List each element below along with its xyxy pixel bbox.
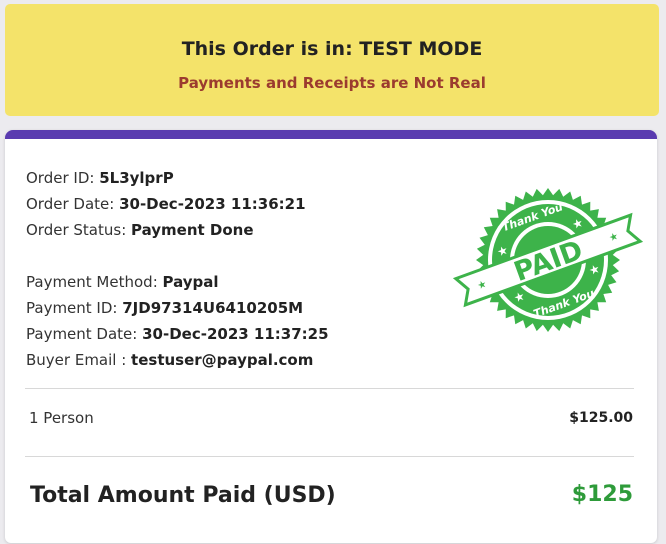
payment-id-row: Payment ID: 7JD97314U6410205M [26, 295, 329, 321]
order-date-row: Order Date: 30-Dec-2023 11:36:21 [26, 191, 329, 217]
buyer-email-label: Buyer Email : [26, 351, 132, 369]
buyer-email-value[interactable]: testuser@paypal.com [131, 351, 313, 369]
order-date-label: Order Date: [26, 195, 120, 213]
test-mode-subtitle: Payments and Receipts are Not Real [178, 74, 486, 92]
item-label: 1 Person [29, 409, 94, 427]
order-details: Order ID: 5L3ylprP Order Date: 30-Dec-20… [26, 165, 329, 373]
paid-stamp-icon: PAID Thank You Thank You ★ ★ ★ ★ ★ ★ [453, 188, 643, 332]
payment-date-label: Payment Date: [26, 325, 143, 343]
order-date-value: 30-Dec-2023 11:36:21 [119, 195, 306, 213]
test-mode-banner: This Order is in: TEST MODE Payments and… [5, 4, 659, 116]
payment-id-value: 7JD97314U6410205M [122, 299, 304, 317]
payment-date-value: 30-Dec-2023 11:37:25 [142, 325, 329, 343]
buyer-email-row: Buyer Email : testuser@paypal.com [26, 347, 329, 373]
order-id-value: 5L3ylprP [99, 169, 174, 187]
divider-top [25, 388, 634, 389]
item-amount: $125.00 [569, 410, 633, 426]
order-status-value: Payment Done [131, 221, 254, 239]
order-status-row: Order Status: Payment Done [26, 217, 329, 243]
payment-id-label: Payment ID: [26, 299, 123, 317]
payment-date-row: Payment Date: 30-Dec-2023 11:37:25 [26, 321, 329, 347]
order-status-label: Order Status: [26, 221, 132, 239]
payment-method-row: Payment Method: Paypal [26, 269, 329, 295]
total-label: Total Amount Paid (USD) [30, 483, 336, 508]
payment-method-label: Payment Method: [26, 273, 163, 291]
divider-bottom [25, 456, 634, 457]
receipt-card: Order ID: 5L3ylprP Order Date: 30-Dec-20… [5, 130, 657, 543]
order-id-row: Order ID: 5L3ylprP [26, 165, 329, 191]
payment-method-value: Paypal [162, 273, 219, 291]
order-id-label: Order ID: [26, 169, 100, 187]
test-mode-title: This Order is in: TEST MODE [181, 38, 483, 60]
total-amount: $125 [571, 482, 633, 507]
